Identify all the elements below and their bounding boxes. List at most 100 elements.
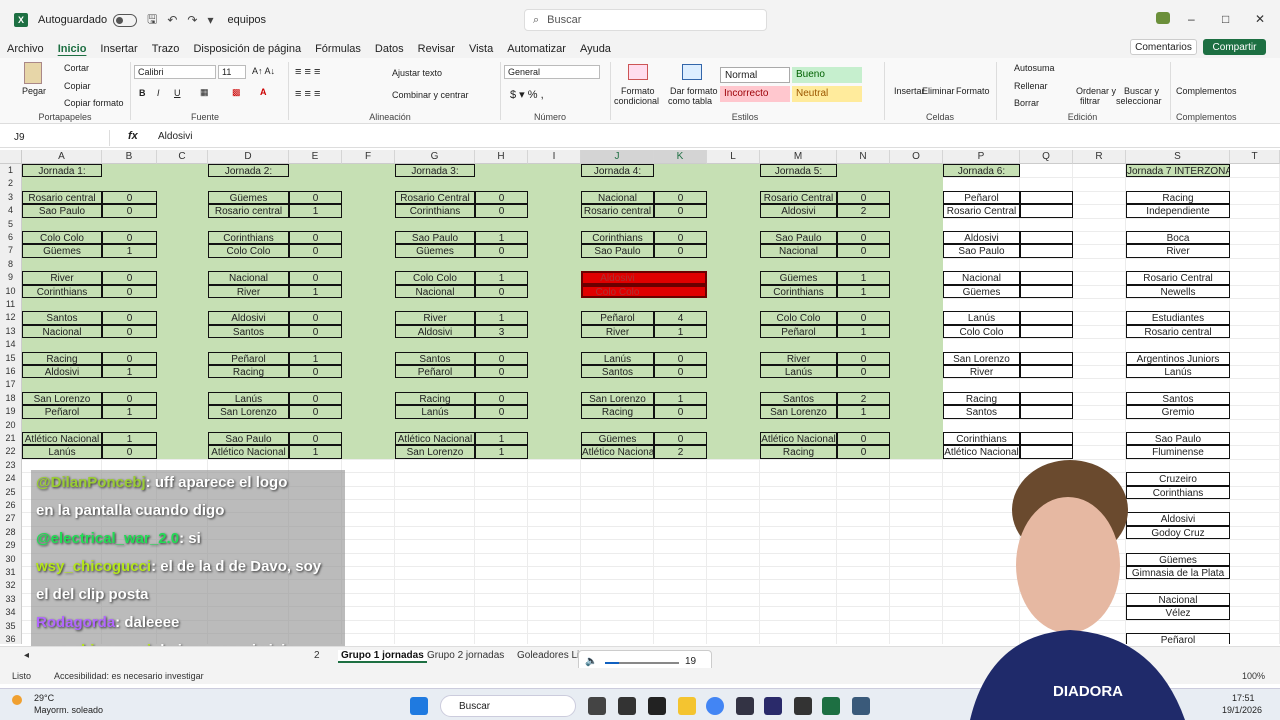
score-cell[interactable]: 0 xyxy=(289,311,342,325)
score-cell[interactable] xyxy=(1020,445,1073,459)
team-cell[interactable]: Aldosivi xyxy=(395,324,475,339)
column-header[interactable]: E xyxy=(289,150,342,164)
customize-icon[interactable]: ▾ xyxy=(207,13,213,27)
team-cell[interactable]: River xyxy=(581,324,654,339)
row-header[interactable]: 29 xyxy=(0,539,22,553)
column-header[interactable]: R xyxy=(1073,150,1126,164)
score-cell[interactable]: 1 xyxy=(475,432,528,446)
score-cell[interactable]: 1 xyxy=(837,324,890,339)
score-cell[interactable]: 0 xyxy=(654,365,707,379)
speaker-icon[interactable]: 🔈 xyxy=(585,656,597,667)
score-cell[interactable]: 0 xyxy=(837,244,890,258)
sheet-tab-partial[interactable]: 2 xyxy=(314,650,320,661)
team-cell[interactable]: Lanús xyxy=(1126,365,1230,379)
score-cell[interactable]: 0 xyxy=(475,284,528,298)
align-top-icon[interactable]: ≡ ≡ ≡ xyxy=(295,66,320,78)
row-header[interactable]: 19 xyxy=(0,405,22,419)
comments-button[interactable]: Comentarios xyxy=(1130,39,1197,55)
score-cell[interactable] xyxy=(1020,391,1073,406)
team-cell[interactable]: Santos xyxy=(943,405,1020,419)
file-explorer-icon[interactable] xyxy=(678,697,696,715)
team-cell[interactable]: Rosario Central xyxy=(1126,271,1230,285)
app-icon[interactable] xyxy=(852,697,870,715)
maximize-icon[interactable]: □ xyxy=(1222,12,1229,26)
insert-cells-button[interactable]: Insertar xyxy=(894,86,925,96)
font-name-select[interactable]: Calibri xyxy=(134,65,216,79)
row-header[interactable]: 24 xyxy=(0,472,22,486)
team-cell[interactable]: Racing xyxy=(943,391,1020,406)
font-color-icon[interactable]: A xyxy=(260,87,267,97)
redo-icon[interactable]: ↷ xyxy=(187,13,197,27)
team-cell[interactable]: Aldosivi xyxy=(22,365,102,379)
sort-filter-button[interactable]: Ordenar y xyxy=(1076,86,1116,96)
style-good[interactable]: Bueno xyxy=(792,67,862,83)
score-cell[interactable]: 0 xyxy=(289,405,342,419)
score-cell[interactable]: 0 xyxy=(654,190,707,205)
row-header[interactable]: 20 xyxy=(0,418,22,432)
menu-vista[interactable]: Vista xyxy=(462,43,500,55)
function-icon[interactable]: fx xyxy=(128,130,138,142)
row-header[interactable]: 5 xyxy=(0,217,22,231)
score-cell[interactable]: 0 xyxy=(837,311,890,325)
team-cell[interactable]: Lanús xyxy=(943,311,1020,325)
team-cell[interactable]: Colo Colo xyxy=(760,311,837,325)
addins-button[interactable]: Complementos xyxy=(1176,86,1237,96)
team-cell[interactable]: San Lorenzo xyxy=(943,351,1020,365)
team-cell[interactable]: Corinthians xyxy=(581,231,654,245)
interzonal-title[interactable]: Jornada 7 INTERZONAL: xyxy=(1126,164,1230,178)
team-cell[interactable]: Peñarol xyxy=(581,311,654,325)
team-cell[interactable]: Boca xyxy=(1126,231,1230,245)
app-icon[interactable] xyxy=(794,697,812,715)
team-cell[interactable]: Peñarol xyxy=(395,365,475,379)
app-icon[interactable] xyxy=(618,697,636,715)
team-cell[interactable]: Güemes xyxy=(395,244,475,258)
team-cell[interactable]: Sao Paulo xyxy=(581,244,654,258)
fill-color-icon[interactable]: ▩ xyxy=(232,87,241,98)
find-select-button-2[interactable]: seleccionar xyxy=(1116,96,1162,106)
team-cell[interactable]: Santos xyxy=(581,365,654,379)
team-cell[interactable]: River xyxy=(1126,244,1230,258)
team-cell[interactable]: Nacional xyxy=(208,271,289,285)
format-cells-button[interactable]: Formato xyxy=(956,86,990,96)
team-cell[interactable]: Aldosivi xyxy=(581,271,654,284)
row-header[interactable]: 8 xyxy=(0,257,22,272)
score-cell[interactable]: 3 xyxy=(475,324,528,339)
row-header[interactable]: 2 xyxy=(0,177,22,191)
row-header[interactable]: 33 xyxy=(0,592,22,607)
jornada-title[interactable]: Jornada 2: xyxy=(208,164,289,178)
autosave-toggle[interactable] xyxy=(113,13,138,27)
team-cell[interactable]: Nacional xyxy=(395,284,475,298)
team-cell[interactable]: Santos xyxy=(1126,391,1230,406)
team-cell[interactable]: Atlético Nacional xyxy=(581,445,654,459)
score-cell[interactable]: 0 xyxy=(654,351,707,365)
score-cell[interactable]: 1 xyxy=(837,284,890,298)
score-cell[interactable]: 1 xyxy=(475,311,528,325)
score-cell[interactable]: 0 xyxy=(102,445,157,459)
team-cell[interactable]: Corinthians xyxy=(22,284,102,298)
team-cell[interactable]: Corinthians xyxy=(760,284,837,298)
row-header[interactable]: 27 xyxy=(0,512,22,526)
paste-icon[interactable] xyxy=(24,62,42,84)
team-cell[interactable]: Nacional xyxy=(943,271,1020,285)
team-cell[interactable]: Colo Colo xyxy=(581,285,654,298)
score-cell[interactable] xyxy=(1020,231,1073,245)
score-cell[interactable]: 0 xyxy=(289,244,342,258)
score-cell[interactable]: 0 xyxy=(654,405,707,419)
jornada-title[interactable]: Jornada 6: xyxy=(943,164,1020,178)
score-cell[interactable]: 1 xyxy=(289,284,342,298)
column-header[interactable]: Q xyxy=(1020,150,1073,164)
score-cell[interactable]: 0 xyxy=(475,351,528,365)
column-header[interactable]: A xyxy=(22,150,102,164)
score-cell[interactable]: 0 xyxy=(102,311,157,325)
team-cell[interactable]: Nacional xyxy=(22,324,102,339)
row-header[interactable]: 10 xyxy=(0,284,22,298)
column-header[interactable]: N xyxy=(837,150,890,164)
row-header[interactable]: 6 xyxy=(0,231,22,245)
row-header[interactable]: 1 xyxy=(0,164,22,178)
cut-button[interactable]: Cortar xyxy=(64,63,89,73)
menu-datos[interactable]: Datos xyxy=(368,43,411,55)
row-header[interactable]: 3 xyxy=(0,190,22,205)
score-cell[interactable] xyxy=(1020,405,1073,419)
score-cell[interactable]: 0 xyxy=(289,324,342,339)
close-icon[interactable]: ✕ xyxy=(1255,12,1265,26)
